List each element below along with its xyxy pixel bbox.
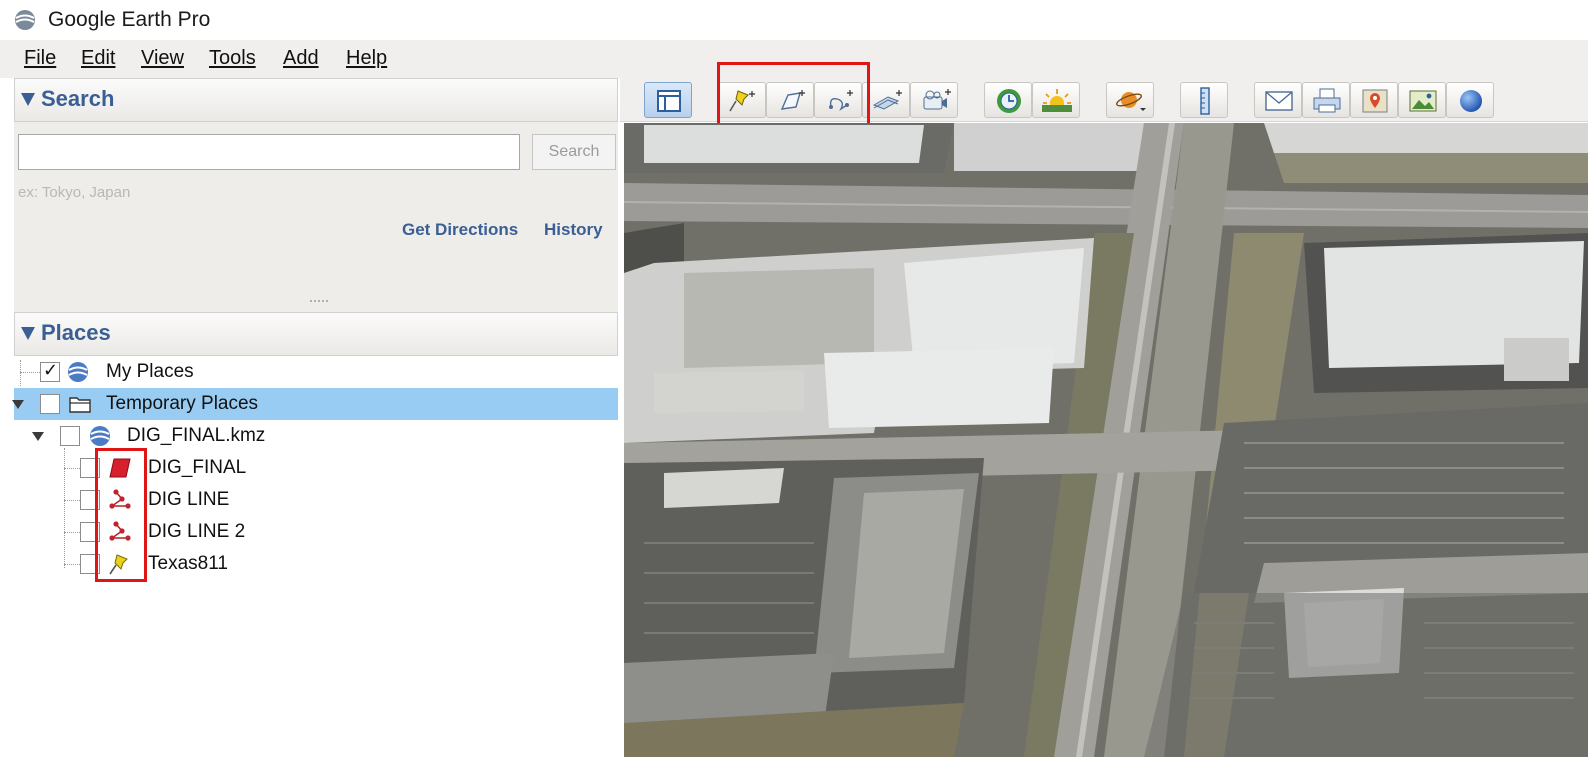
earth-icon — [68, 362, 88, 382]
earth-icon — [90, 426, 110, 446]
tree-item-label: DIG_FINAL.kmz — [127, 425, 266, 446]
tree-row-dig-line-2[interactable]: DIG LINE 2 — [14, 516, 618, 548]
left-panel: Search Search ex: Tokyo, Japan Get Direc… — [12, 78, 620, 757]
sunlight-button[interactable] — [1032, 82, 1080, 118]
checkbox[interactable] — [80, 490, 100, 510]
historical-imagery-icon — [997, 89, 1021, 113]
earth-view-button[interactable] — [1446, 82, 1494, 118]
menu-file[interactable]: File — [24, 47, 56, 70]
panel-resize-grip[interactable] — [310, 300, 328, 304]
path-icon — [109, 521, 131, 541]
tree-guide — [64, 564, 80, 565]
get-directions-link[interactable]: Get Directions — [402, 220, 518, 240]
search-panel-header[interactable]: Search — [14, 78, 618, 122]
menu-view[interactable]: View — [141, 47, 184, 70]
add-polygon-button[interactable] — [766, 82, 814, 118]
ruler-button[interactable] — [1180, 82, 1228, 118]
window-title: Google Earth Pro — [48, 8, 211, 31]
tree-item-label: Texas811 — [148, 553, 228, 574]
print-icon — [1313, 88, 1341, 113]
checkbox[interactable] — [80, 522, 100, 542]
google-maps-button[interactable] — [1350, 82, 1398, 118]
path-icon — [109, 489, 131, 509]
record-tour-icon — [923, 89, 951, 110]
places-header-label: Places — [41, 320, 111, 345]
ruler-icon — [1200, 87, 1210, 115]
expand-arrow-icon[interactable] — [32, 432, 44, 441]
save-image-button[interactable] — [1398, 82, 1446, 118]
checkbox[interactable] — [40, 360, 60, 382]
historical-imagery-button[interactable] — [984, 82, 1032, 118]
planets-icon — [1116, 92, 1146, 111]
checkbox[interactable] — [60, 426, 80, 446]
menu-add[interactable]: Add — [283, 47, 319, 70]
places-tree: My Places Temporary Places DIG_FINAL.kmz — [12, 356, 618, 756]
history-link[interactable]: History — [544, 220, 603, 240]
search-panel: Search ex: Tokyo, Japan Get Directions H… — [14, 122, 618, 312]
tree-row-dig-final[interactable]: DIG_FINAL — [14, 452, 618, 484]
planets-button[interactable] — [1106, 82, 1154, 118]
menu-help[interactable]: Help — [346, 47, 387, 70]
search-hint: ex: Tokyo, Japan — [18, 184, 131, 201]
google-earth-icon — [15, 10, 35, 30]
tree-guide — [64, 500, 80, 501]
checkbox[interactable] — [80, 458, 100, 478]
tree-item-label: My Places — [106, 361, 194, 382]
earth-view-icon — [1460, 90, 1482, 112]
add-image-overlay-button[interactable] — [862, 82, 910, 118]
sidebar-toggle-button[interactable] — [644, 82, 692, 118]
title-bar: Google Earth Pro — [0, 0, 1588, 40]
pushpin-icon — [109, 554, 128, 575]
menu-bar: File Edit View Tools Add Help — [0, 40, 1588, 78]
search-button[interactable]: Search — [532, 134, 616, 170]
checkbox[interactable] — [40, 394, 60, 414]
tree-row-dig-line[interactable]: DIG LINE — [14, 484, 618, 516]
tree-guide — [64, 532, 80, 533]
tree-item-label: DIG LINE 2 — [148, 521, 246, 542]
add-path-button[interactable] — [814, 82, 862, 118]
folder-icon — [69, 397, 91, 413]
collapse-triangle-icon — [21, 327, 35, 340]
print-button[interactable] — [1302, 82, 1350, 118]
places-panel-header[interactable]: Places — [14, 312, 618, 356]
menu-tools[interactable]: Tools — [209, 47, 256, 70]
add-placemark-icon — [729, 90, 755, 112]
tree-row-my-places[interactable]: My Places — [14, 356, 618, 388]
add-polygon-icon — [780, 90, 805, 110]
search-header-label: Search — [41, 86, 115, 111]
expand-arrow-icon[interactable] — [12, 400, 24, 409]
tree-row-texas811[interactable]: Texas811 — [14, 548, 618, 580]
map-view[interactable] — [624, 123, 1588, 757]
tree-row-dig-final-kmz[interactable]: DIG_FINAL.kmz — [14, 420, 618, 452]
collapse-triangle-icon — [21, 93, 35, 106]
polygon-icon — [109, 458, 131, 478]
email-button[interactable] — [1254, 82, 1302, 118]
sidebar-toggle-icon — [657, 90, 681, 112]
tree-guide — [64, 468, 80, 469]
email-icon — [1265, 91, 1293, 111]
add-path-icon — [829, 90, 853, 112]
menu-edit[interactable]: Edit — [81, 47, 115, 70]
add-image-overlay-icon — [872, 90, 902, 110]
save-image-icon — [1409, 90, 1437, 112]
satellite-imagery[interactable] — [624, 123, 1588, 757]
map-toolbar — [620, 62, 1588, 129]
search-input[interactable] — [18, 134, 520, 170]
tree-item-label: Temporary Places — [106, 393, 259, 414]
add-placemark-button[interactable] — [718, 82, 766, 118]
tree-item-label: DIG LINE — [148, 489, 230, 510]
tree-row-temporary-places[interactable]: Temporary Places — [12, 388, 618, 420]
sunlight-icon — [1042, 89, 1072, 112]
tree-item-label: DIG_FINAL — [148, 457, 247, 478]
checkbox[interactable] — [80, 554, 100, 574]
google-maps-icon — [1362, 89, 1388, 113]
record-tour-button[interactable] — [910, 82, 958, 118]
